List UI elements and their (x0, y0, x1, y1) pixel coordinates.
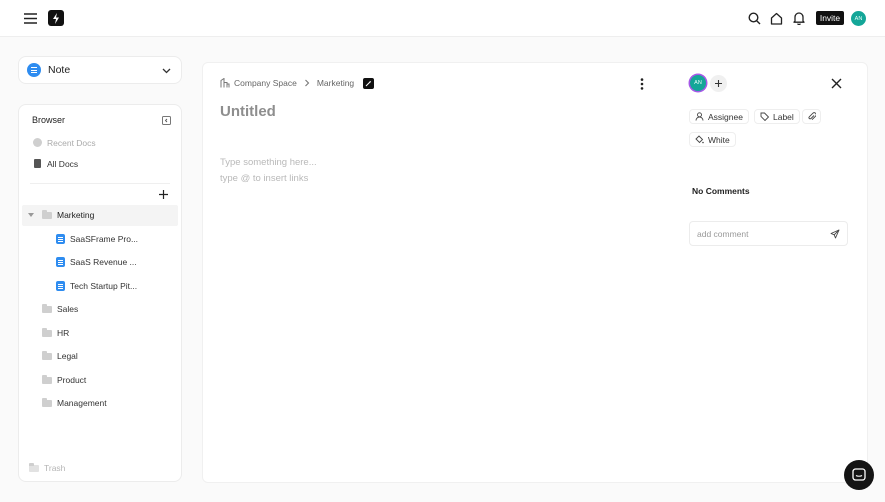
no-comments-label: No Comments (692, 186, 750, 196)
caret-down-icon (28, 213, 34, 217)
sidebar-item-management[interactable]: Management (42, 397, 107, 408)
folder-icon (42, 397, 52, 407)
folder-label: Management (57, 398, 107, 408)
chat-icon (852, 468, 866, 481)
clock-icon (33, 138, 42, 147)
document-blue-icon (56, 257, 65, 267)
sidebar-item-product[interactable]: Product (42, 374, 87, 385)
body-placeholder-line: type @ to insert links (220, 173, 309, 184)
home-icon[interactable] (769, 10, 784, 26)
folder-label: Product (57, 375, 87, 385)
doc-body-editor[interactable]: Type something here... type @ to insert … (220, 155, 640, 187)
hamburger-icon[interactable] (22, 11, 38, 26)
folder-icon (42, 209, 52, 219)
paperclip-icon (808, 112, 816, 121)
folder-icon (42, 303, 52, 313)
editor-card (202, 62, 868, 483)
avatar-initials: AN (854, 15, 863, 22)
sidebar-item-recent-docs[interactable]: Recent Docs (33, 137, 96, 148)
building-icon (220, 78, 230, 88)
chat-support-button[interactable] (844, 460, 874, 490)
comment-input[interactable]: add comment (689, 221, 848, 246)
sidebar-divider (30, 183, 170, 184)
sidebar-item-hr[interactable]: HR (42, 327, 70, 338)
color-label: White (708, 134, 730, 145)
folder-label: Legal (57, 351, 78, 361)
document-icon (34, 159, 41, 168)
edit-pen-icon[interactable] (363, 77, 375, 89)
folder-label: Sales (57, 304, 79, 314)
collapse-sidebar-icon[interactable] (162, 116, 171, 125)
avatar[interactable]: AN (851, 11, 866, 26)
doc-title: SaaS Revenue ... (70, 257, 137, 267)
breadcrumb-item[interactable]: Company Space (234, 78, 297, 88)
doc-item[interactable]: Tech Startup Pit... (56, 281, 137, 291)
label-label: Label (773, 111, 794, 122)
browser-title: Browser (32, 115, 65, 125)
doc-item[interactable]: SaaS Revenue ... (56, 257, 137, 267)
person-icon (695, 112, 704, 121)
search-icon[interactable] (747, 11, 762, 26)
trash-folder-icon (29, 462, 39, 472)
trash-label: Trash (44, 463, 66, 473)
browser-title-text: Browser (32, 115, 66, 125)
breadcrumb: Company Space Marketing (220, 77, 375, 89)
chevron-right-icon (304, 79, 310, 87)
assignee-button[interactable]: Assignee (689, 109, 749, 124)
send-icon[interactable] (830, 229, 840, 239)
paint-bucket-icon (695, 135, 704, 144)
no-comments-text: No Comments (692, 186, 750, 196)
recent-docs-label: Recent Docs (47, 137, 96, 148)
doc-title: Tech Startup Pit... (70, 281, 138, 291)
folder-label: Marketing (57, 210, 95, 220)
doc-type-label: Note (48, 64, 71, 76)
color-button[interactable]: White (689, 132, 736, 147)
more-vertical-icon[interactable] (637, 77, 647, 90)
folder-icon (42, 374, 52, 384)
label-button[interactable]: Label (754, 109, 800, 124)
bell-icon[interactable] (791, 10, 806, 26)
invite-label: Invite (819, 13, 841, 23)
sidebar-item-all-docs[interactable]: All Docs (34, 158, 78, 169)
tag-icon (760, 112, 769, 121)
document-blue-icon (56, 234, 65, 244)
sidebar-item-sales[interactable]: Sales (42, 303, 79, 314)
doc-title: SaaSFrame Pro... (70, 234, 139, 244)
folder-icon (42, 327, 52, 337)
title-placeholder: Untitled (220, 103, 276, 120)
invite-button[interactable]: Invite (816, 11, 844, 25)
comment-placeholder: add comment (697, 229, 749, 239)
assignee-avatar[interactable]: AN (690, 75, 706, 91)
attachment-button[interactable] (802, 109, 821, 124)
document-blue-icon (56, 281, 65, 291)
doc-title-input[interactable]: Untitled (220, 103, 276, 120)
body-placeholder-line: Type something here... (220, 157, 317, 168)
assignee-label: Assignee (708, 111, 743, 122)
note-icon (27, 63, 41, 77)
sidebar-item-trash[interactable]: Trash (29, 462, 66, 473)
add-member-icon[interactable] (710, 75, 727, 92)
breadcrumb-item[interactable]: Marketing (317, 78, 354, 88)
avatar-initials: AN (694, 80, 702, 86)
close-icon[interactable] (829, 76, 843, 90)
sidebar-item-marketing[interactable]: Marketing (22, 205, 178, 226)
doc-item[interactable]: SaaSFrame Pro... (56, 234, 138, 244)
folder-label: HR (57, 328, 70, 338)
sidebar-item-legal[interactable]: Legal (42, 350, 78, 361)
bolt-logo[interactable] (48, 10, 64, 26)
top-bar: Invite AN (0, 0, 885, 37)
all-docs-label: All Docs (47, 158, 79, 169)
folder-icon (42, 350, 52, 360)
doc-type-select[interactable]: Note (18, 56, 182, 84)
add-folder-plus-icon[interactable] (158, 189, 169, 200)
chevron-down-icon (162, 68, 171, 74)
